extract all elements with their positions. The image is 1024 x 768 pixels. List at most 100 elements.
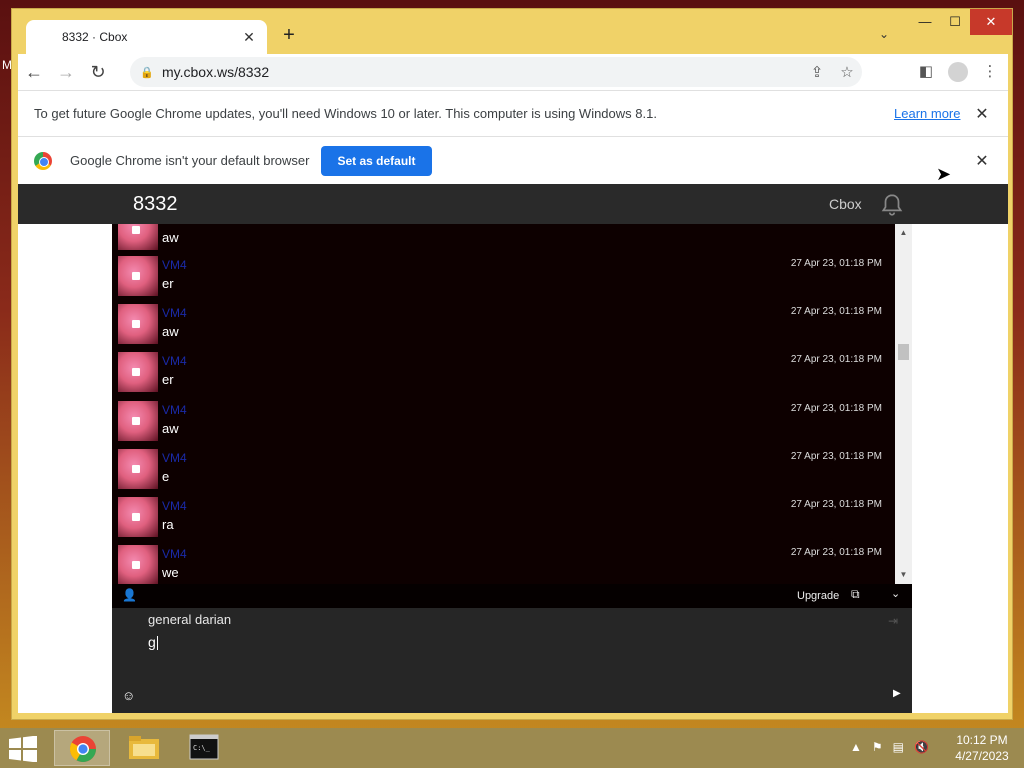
message-time: 27 Apr 23, 01:18 PM	[790, 306, 882, 317]
message-author[interactable]: VM4	[162, 354, 187, 368]
url-text[interactable]: my.cbox.ws/8332	[158, 64, 802, 80]
message-time: 27 Apr 23, 01:18 PM	[790, 499, 882, 510]
action-center-icon[interactable]: ⚑	[872, 740, 883, 754]
taskbar-file-explorer[interactable]	[116, 730, 172, 766]
new-tab-button[interactable]: +	[276, 23, 302, 49]
close-window-button[interactable]: ✕	[970, 9, 1012, 35]
clock-date: 4/27/2023	[955, 749, 1009, 763]
message-author[interactable]: VM4	[162, 547, 187, 561]
cbox-header: 8332 Cbox	[18, 184, 1008, 224]
list-item: VM4 we 27 Apr 23, 01:18 PM	[118, 545, 888, 584]
network-icon[interactable]: ▤	[893, 740, 904, 754]
minimize-button[interactable]: —	[910, 9, 940, 35]
avatar[interactable]	[118, 449, 158, 489]
collapse-icon[interactable]: ⌄	[891, 587, 900, 600]
cbox-brand-link[interactable]: Cbox	[829, 196, 862, 212]
reload-button[interactable]: ↻	[82, 56, 114, 88]
volume-muted-icon[interactable]: 🔇	[914, 740, 929, 754]
message-text: er	[162, 372, 174, 387]
message-list[interactable]: aw VM4 er 27 Apr 23, 01:18 PM VM4 aw 27 …	[112, 224, 895, 584]
message-time: 27 Apr 23, 01:18 PM	[790, 547, 882, 558]
system-tray: ▲ ⚑ ▤ 🔇	[850, 740, 929, 754]
message-time: 27 Apr 23, 01:18 PM	[790, 354, 882, 365]
side-panel-icon[interactable]: ◧	[910, 57, 942, 87]
send-icon[interactable]: ▶	[893, 688, 901, 699]
close-update-infobar-icon[interactable]: ✕	[974, 104, 990, 124]
avatar[interactable]	[118, 304, 158, 344]
scroll-down-icon[interactable]: ▼	[895, 568, 912, 582]
title-bar: 8332 · Cbox ✕ + ⌄ — ☐ ✕	[12, 9, 1012, 54]
terminal-icon: C:\_	[189, 734, 219, 760]
scroll-thumb[interactable]	[898, 344, 909, 360]
maximize-button[interactable]: ☐	[940, 9, 970, 35]
browser-tab[interactable]: 8332 · Cbox ✕	[26, 20, 267, 54]
message-author[interactable]: VM4	[162, 499, 187, 513]
default-browser-message: Google Chrome isn't your default browser	[70, 153, 310, 168]
chrome-icon	[69, 736, 97, 763]
clock-time: 10:12 PM	[956, 733, 1008, 747]
user-icon[interactable]: 👤	[122, 588, 137, 602]
list-item: VM4 er 27 Apr 23, 01:18 PM	[118, 256, 888, 298]
bell-icon[interactable]	[879, 192, 905, 218]
sign-in-icon[interactable]: ⇥	[888, 614, 898, 628]
tab-close-icon[interactable]: ✕	[241, 29, 257, 46]
chat-box: aw VM4 er 27 Apr 23, 01:18 PM VM4 aw 27 …	[112, 224, 912, 713]
upgrade-link[interactable]: Upgrade	[797, 590, 839, 602]
list-item: aw	[118, 224, 888, 252]
learn-more-link[interactable]: Learn more	[894, 106, 960, 121]
message-author[interactable]: VM4	[162, 403, 187, 417]
message-input[interactable]: g	[148, 634, 158, 650]
mouse-cursor-icon: ➤	[936, 164, 952, 184]
avatar[interactable]	[118, 545, 158, 584]
browser-toolbar: ← → ↻ 🔒 my.cbox.ws/8332 ⇪ ☆ ◧ ⋮	[18, 54, 1008, 90]
message-scrollbar[interactable]: ▲ ▼	[895, 224, 912, 584]
folder-icon	[129, 736, 159, 759]
message-text: er	[162, 276, 174, 291]
popout-icon[interactable]: ⧉	[851, 587, 860, 602]
tab-search-icon[interactable]: ⌄	[874, 27, 894, 41]
tray-expand-icon[interactable]: ▲	[850, 740, 862, 754]
address-bar[interactable]: 🔒 my.cbox.ws/8332 ⇪ ☆	[130, 57, 862, 87]
tab-title: 8332 · Cbox	[62, 30, 128, 44]
svg-text:C:\_: C:\_	[193, 744, 211, 752]
taskbar-command-prompt[interactable]: C:\_	[176, 730, 232, 766]
message-time: 27 Apr 23, 01:18 PM	[790, 403, 882, 414]
chat-toolbar: 👤 Upgrade ⧉ ⌄	[112, 584, 912, 608]
message-author[interactable]: VM4	[162, 451, 187, 465]
page-title: 8332	[133, 193, 178, 215]
list-item: VM4 aw 27 Apr 23, 01:18 PM	[118, 401, 888, 443]
menu-kebab-icon[interactable]: ⋮	[974, 57, 1006, 87]
compose-area: general darian g ⇥ ☺ ▶	[112, 608, 912, 713]
taskbar-chrome[interactable]	[54, 730, 110, 766]
avatar[interactable]	[118, 352, 158, 392]
message-time: 27 Apr 23, 01:18 PM	[790, 258, 882, 269]
name-field[interactable]: general darian	[148, 612, 231, 627]
profile-avatar-icon[interactable]	[942, 57, 974, 87]
emoji-icon[interactable]: ☺	[122, 688, 135, 703]
message-author[interactable]: VM4	[162, 306, 187, 320]
back-button[interactable]: ←	[18, 56, 50, 88]
message-text: aw	[162, 230, 179, 245]
avatar[interactable]	[118, 256, 158, 296]
share-icon[interactable]: ⇪	[802, 63, 832, 81]
list-item: VM4 er 27 Apr 23, 01:18 PM	[118, 352, 888, 394]
scroll-up-icon[interactable]: ▲	[895, 226, 912, 240]
avatar[interactable]	[118, 497, 158, 537]
lock-icon[interactable]: 🔒	[140, 66, 158, 79]
avatar[interactable]	[118, 224, 158, 250]
avatar[interactable]	[118, 401, 158, 441]
start-button-icon[interactable]	[8, 736, 38, 762]
default-browser-infobar: Google Chrome isn't your default browser…	[18, 136, 1008, 184]
clock[interactable]: 10:12 PM 4/27/2023	[950, 732, 1014, 764]
taskbar: C:\_ ▲ ⚑ ▤ 🔇 10:12 PM 4/27/2023	[0, 728, 1024, 768]
message-author[interactable]: VM4	[162, 258, 187, 272]
list-item: VM4 aw 27 Apr 23, 01:18 PM	[118, 304, 888, 346]
page-content: 8332 Cbox aw VM4 er 27 Apr 23, 01:18 PM …	[18, 184, 1008, 713]
message-text: aw	[162, 421, 179, 436]
bookmark-star-icon[interactable]: ☆	[832, 63, 862, 81]
close-default-infobar-icon[interactable]: ✕	[974, 151, 990, 171]
list-item: VM4 e 27 Apr 23, 01:18 PM	[118, 449, 888, 491]
set-as-default-button[interactable]: Set as default	[321, 145, 432, 176]
message-time: 27 Apr 23, 01:18 PM	[790, 451, 882, 462]
forward-button[interactable]: →	[50, 56, 82, 88]
